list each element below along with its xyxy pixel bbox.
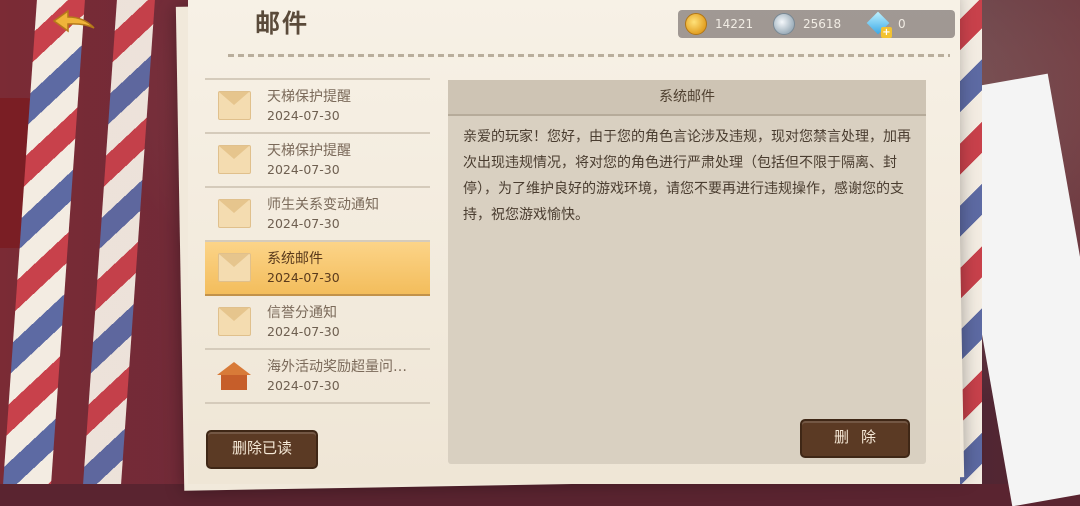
envelope-icon — [218, 145, 251, 174]
back-button[interactable] — [50, 8, 100, 38]
mail-date: 2024-07-30 — [267, 378, 340, 393]
envelope-icon — [218, 91, 251, 120]
mail-subject: 师生关系变动通知 — [267, 197, 379, 213]
mail-list-item[interactable]: 海外活动奖励超量问… 2024-07-30 — [205, 350, 430, 404]
back-arrow-icon — [52, 9, 95, 33]
house-icon — [217, 362, 251, 392]
mail-subject: 系统邮件 — [267, 251, 323, 267]
envelope-icon — [218, 253, 251, 282]
mail-subject: 天梯保护提醒 — [267, 143, 351, 159]
mail-list: 天梯保护提醒 2024-07-30 天梯保护提醒 2024-07-30 师生关系… — [205, 78, 430, 404]
silver-currency: 25618 — [773, 10, 868, 38]
mail-list-item[interactable]: 天梯保护提醒 2024-07-30 — [205, 80, 430, 134]
diamond-currency[interactable]: + 0 — [866, 10, 948, 38]
mail-date: 2024-07-30 — [267, 324, 340, 339]
envelope-icon — [218, 307, 251, 336]
page-title: 邮件 — [255, 9, 310, 38]
mail-date: 2024-07-30 — [267, 216, 340, 231]
mail-list-item[interactable]: 天梯保护提醒 2024-07-30 — [205, 134, 430, 188]
diamond-amount: 0 — [898, 17, 906, 31]
delete-button[interactable]: 删除 — [800, 419, 910, 458]
mail-subject: 天梯保护提醒 — [267, 89, 351, 105]
mail-list-item[interactable]: 师生关系变动通知 2024-07-30 — [205, 188, 430, 242]
mail-list-item[interactable]: 信誉分通知 2024-07-30 — [205, 296, 430, 350]
gold-amount: 14221 — [715, 17, 754, 31]
gold-coin-icon — [685, 13, 707, 35]
currency-bar: 14221 25618 + 0 — [678, 10, 955, 38]
delete-read-button[interactable]: 删除已读 — [206, 430, 318, 469]
gold-currency: 14221 — [678, 10, 773, 38]
mail-subject: 海外活动奖励超量问… — [267, 359, 407, 375]
title-divider — [228, 54, 950, 57]
envelope-icon — [218, 199, 251, 228]
mail-subject: 信誉分通知 — [267, 305, 337, 321]
mail-detail-title: 系统邮件 — [448, 80, 926, 116]
mail-date: 2024-07-30 — [267, 270, 340, 285]
mail-detail-body: 亲爱的玩家！您好，由于您的角色言论涉及违规，现对您禁言处理，加再次出现违规情况，… — [463, 129, 911, 223]
silver-amount: 25618 — [803, 17, 842, 31]
diamond-add-icon[interactable]: + — [866, 11, 892, 38]
mail-list-item-selected[interactable]: 系统邮件 2024-07-30 — [205, 242, 430, 296]
mail-date: 2024-07-30 — [267, 162, 340, 177]
silver-coin-icon — [773, 13, 795, 35]
mail-date: 2024-07-30 — [267, 108, 340, 123]
